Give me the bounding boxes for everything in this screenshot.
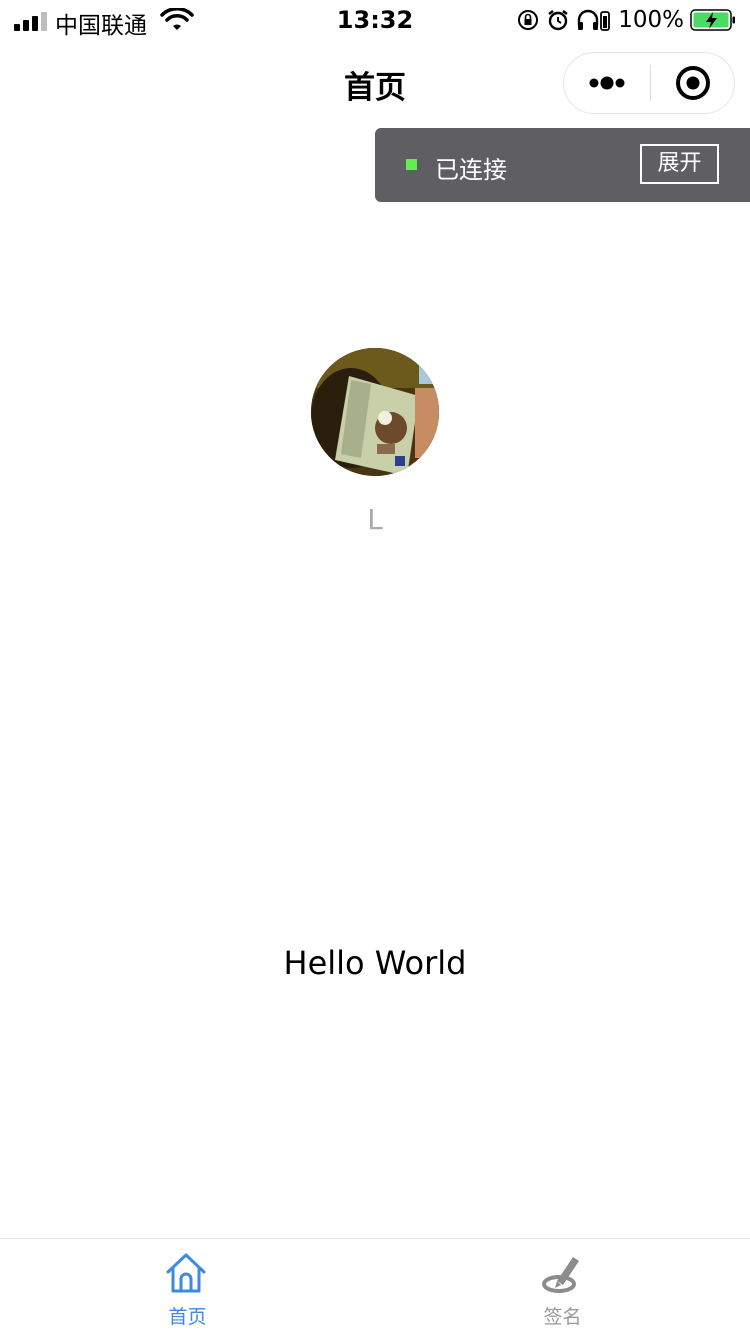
- tab-bar: 首页 签名: [0, 1238, 750, 1335]
- tab-home[interactable]: 首页: [0, 1239, 375, 1335]
- more-dots-icon: [589, 76, 625, 90]
- menu-capsule: [563, 52, 735, 114]
- status-bar: 中国联通 13:32 100%: [0, 0, 750, 40]
- user-nickname: L: [367, 503, 383, 536]
- avatar-image: [311, 348, 439, 476]
- more-menu-button[interactable]: [564, 53, 650, 113]
- status-icons: 100%: [516, 7, 736, 33]
- connected-indicator-icon: [406, 159, 417, 170]
- battery-charging-icon: [690, 9, 735, 31]
- connection-status-panel: 已连接 展开: [375, 128, 750, 202]
- alarm-clock-icon: [548, 10, 568, 31]
- connection-status-text: 已连接: [435, 156, 507, 184]
- close-miniprogram-button[interactable]: [651, 53, 735, 113]
- orientation-lock-icon: [518, 10, 539, 30]
- signature-pen-icon: [542, 1257, 579, 1293]
- headphones-icon: [578, 9, 611, 31]
- motto-text: Hello World: [283, 944, 467, 982]
- tab-signature[interactable]: 签名: [375, 1239, 750, 1335]
- tab-signature-label: 签名: [543, 1306, 582, 1328]
- home-icon: [166, 1253, 206, 1293]
- target-close-icon: [676, 66, 710, 100]
- tab-home-label: 首页: [168, 1306, 207, 1328]
- expand-button[interactable]: 展开: [640, 144, 719, 184]
- battery-percentage: 100%: [618, 7, 684, 33]
- avatar[interactable]: [311, 348, 439, 476]
